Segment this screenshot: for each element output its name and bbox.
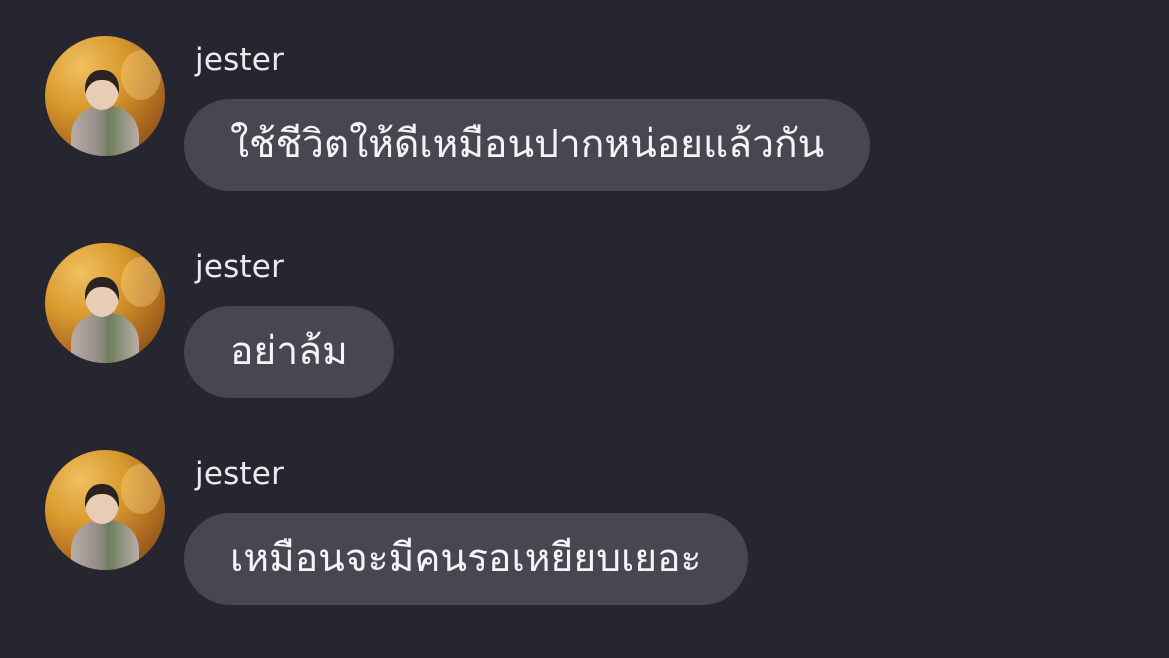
- user-avatar[interactable]: [45, 243, 165, 363]
- avatar-figure-body: [71, 520, 139, 570]
- user-avatar[interactable]: [45, 450, 165, 570]
- avatar-glow: [121, 257, 161, 307]
- user-avatar[interactable]: [45, 36, 165, 156]
- username[interactable]: jester: [195, 42, 284, 78]
- avatar-figure-body: [71, 106, 139, 156]
- avatar-figure-body: [71, 313, 139, 363]
- avatar-glow: [121, 50, 161, 100]
- chat-thread: jester ใช้ชีวิตให้ดีเหมือนปากหน่อยแล้วกั…: [0, 0, 1169, 658]
- username[interactable]: jester: [195, 249, 284, 285]
- message-bubble[interactable]: เหมือนจะมีคนรอเหยียบเยอะ: [184, 513, 748, 605]
- avatar-figure-head: [85, 70, 119, 110]
- message-row: jester เหมือนจะมีคนรอเหยียบเยอะ: [0, 414, 1169, 605]
- avatar-glow: [121, 464, 161, 514]
- message-row: jester ใช้ชีวิตให้ดีเหมือนปากหน่อยแล้วกั…: [0, 0, 1169, 191]
- message-bubble[interactable]: ใช้ชีวิตให้ดีเหมือนปากหน่อยแล้วกัน: [184, 99, 871, 191]
- avatar-figure-head: [85, 277, 119, 317]
- message-bubble[interactable]: อย่าล้ม: [184, 306, 394, 398]
- message-row: jester อย่าล้ม: [0, 207, 1169, 398]
- avatar-figure-head: [85, 484, 119, 524]
- username[interactable]: jester: [195, 456, 284, 492]
